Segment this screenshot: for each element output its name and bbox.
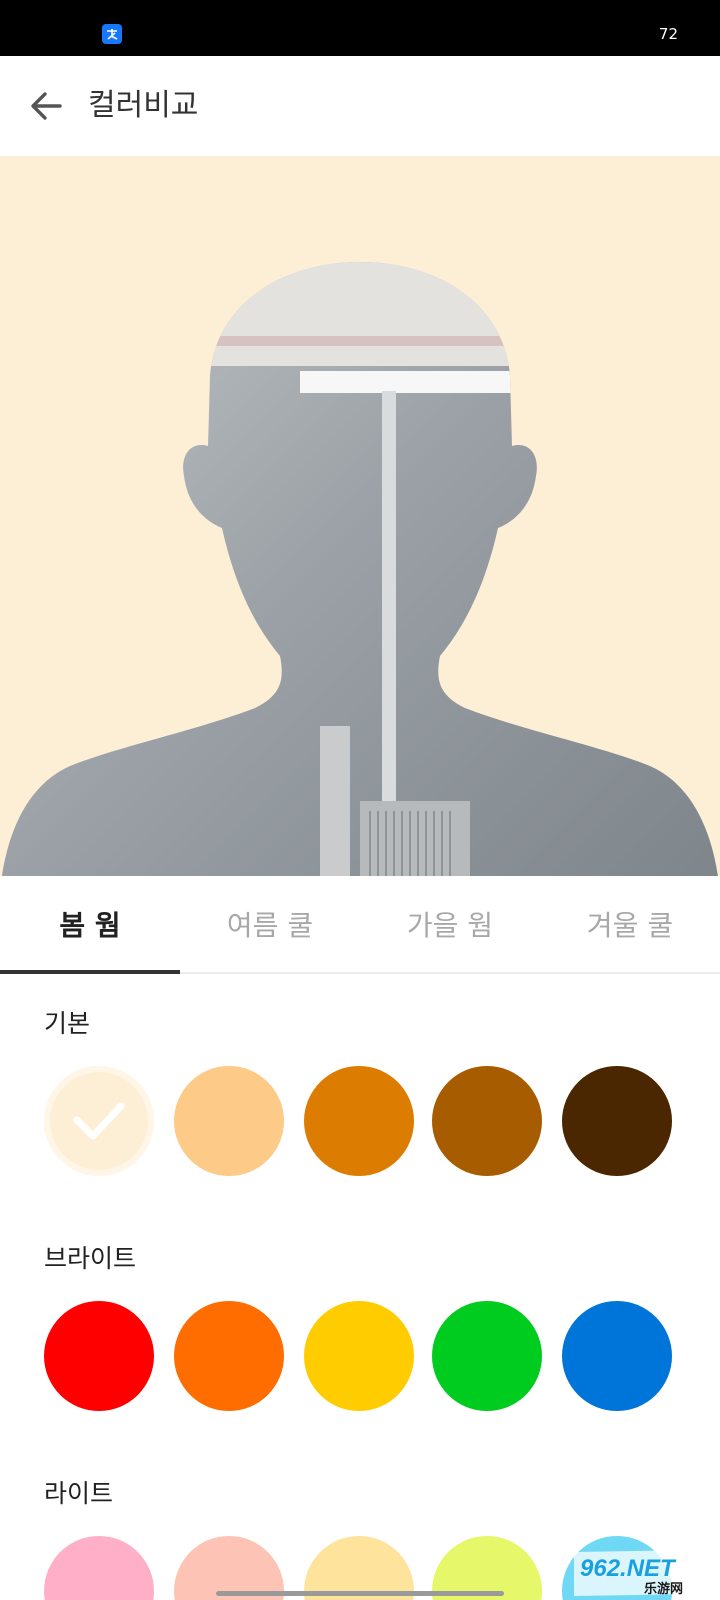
color-swatch[interactable]: [44, 1536, 154, 1600]
color-swatch[interactable]: [304, 1301, 414, 1411]
color-swatch[interactable]: [44, 1066, 154, 1176]
alipay-icon: [102, 24, 122, 44]
color-swatch[interactable]: [174, 1301, 284, 1411]
watermark-text: 962.NET: [580, 1555, 677, 1582]
swatch-row: [44, 1301, 674, 1411]
tab-summer-cool[interactable]: 여름 쿨: [180, 876, 360, 972]
section-title: 브라이트: [44, 1244, 137, 1273]
page-title: 컬러비교: [88, 88, 199, 123]
person-silhouette: [2, 262, 718, 876]
tab-winter-cool[interactable]: 겨울 쿨: [540, 876, 720, 972]
tab-autumn-warm[interactable]: 가을 웜: [360, 876, 540, 972]
color-swatch[interactable]: [304, 1066, 414, 1176]
back-button[interactable]: [20, 80, 72, 132]
color-swatch[interactable]: [432, 1066, 542, 1176]
back-arrow-icon: [31, 92, 62, 120]
status-bar: 72: [0, 0, 720, 56]
checkmark-icon: [73, 1102, 125, 1140]
color-swatch[interactable]: [562, 1301, 672, 1411]
section-basic: 기본: [0, 1006, 720, 1186]
color-swatch[interactable]: [562, 1066, 672, 1176]
section-title: 기본: [44, 1009, 91, 1038]
color-swatch[interactable]: [44, 1301, 154, 1411]
section-bright: 브라이트: [0, 1241, 720, 1421]
watermark-logo: 962.NET 乐游网: [574, 1550, 710, 1597]
tab-spring-warm[interactable]: 봄 웜: [0, 876, 180, 974]
season-tab-bar: 봄 웜 여름 쿨 가을 웜 겨울 쿨: [0, 876, 720, 974]
swatch-row: [44, 1066, 674, 1176]
watermark-subtext: 乐游网: [644, 1581, 683, 1597]
home-indicator[interactable]: [216, 1591, 504, 1596]
battery-level: 72: [658, 25, 678, 43]
section-title: 라이트: [44, 1479, 114, 1508]
app-bar: 컬러비교: [0, 56, 720, 156]
color-swatch[interactable]: [174, 1066, 284, 1176]
color-preview: [0, 156, 720, 876]
color-swatch[interactable]: [432, 1301, 542, 1411]
